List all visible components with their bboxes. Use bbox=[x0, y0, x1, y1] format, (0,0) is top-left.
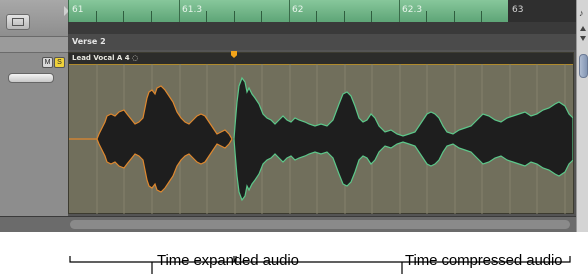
scroll-up-icon[interactable] bbox=[580, 26, 586, 31]
ruler-bar-label: 61 bbox=[72, 5, 84, 15]
ruler-bar-label: 62.3 bbox=[402, 5, 423, 15]
expanded-waveform bbox=[69, 85, 233, 193]
music-note-icon: ♪ bbox=[579, 8, 584, 18]
ruler-bar-label: 61.3 bbox=[182, 5, 203, 15]
horizontal-scrollbar[interactable] bbox=[0, 216, 576, 232]
bar-ruler[interactable]: 61 61.3 62 62.3 63 bbox=[64, 0, 576, 23]
track-list-panel: M S bbox=[0, 0, 68, 232]
logic-arrange-window: M S 61 61.3 62 62.3 63 Verse 2 Lead Voca… bbox=[0, 0, 588, 232]
volume-fader[interactable] bbox=[8, 73, 54, 83]
scrollbar-track[interactable] bbox=[70, 220, 570, 229]
expanded-caption: Time expanded audio bbox=[157, 252, 299, 269]
compressed-waveform bbox=[233, 76, 573, 202]
ruler-bar-label: 63 bbox=[512, 5, 524, 15]
mute-button[interactable]: M bbox=[42, 57, 53, 68]
track-list-header bbox=[0, 0, 68, 37]
marker-track[interactable]: Verse 2 bbox=[68, 34, 576, 51]
audio-waveform bbox=[69, 64, 573, 214]
marker-label[interactable]: Verse 2 bbox=[72, 37, 106, 46]
arrange-area[interactable]: Lead Vocal A 4 ◌ bbox=[68, 50, 576, 216]
scrollbar-thumb[interactable] bbox=[579, 54, 588, 78]
ruler-bar-label: 62 bbox=[292, 5, 304, 15]
track-header[interactable]: M S bbox=[0, 52, 68, 217]
audio-region[interactable]: Lead Vocal A 4 ◌ bbox=[68, 51, 574, 214]
solo-button[interactable]: S bbox=[54, 57, 65, 68]
region-name: Lead Vocal A 4 ◌ bbox=[72, 54, 139, 62]
compressed-caption: Time compressed audio bbox=[405, 252, 563, 269]
cycle-region[interactable]: 61 61.3 62 62.3 bbox=[64, 0, 508, 23]
lock-icon bbox=[12, 18, 24, 26]
scroll-down-icon[interactable] bbox=[580, 36, 586, 41]
vertical-scrollbar[interactable]: ♪ bbox=[576, 0, 588, 232]
window-lock-button[interactable] bbox=[6, 14, 30, 30]
